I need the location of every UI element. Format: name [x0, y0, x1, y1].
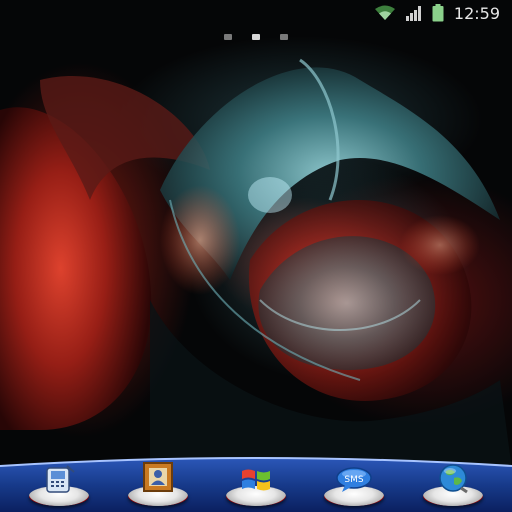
globe-icon	[437, 462, 469, 498]
dock-item-phone[interactable]	[23, 458, 95, 508]
wifi-icon	[374, 5, 396, 21]
dock-item-sms[interactable]: SMS	[318, 458, 390, 508]
page-dot-1[interactable]	[224, 34, 232, 40]
home-screen: 12:59 SMS	[0, 0, 512, 512]
status-time: 12:59	[453, 3, 500, 23]
page-dot-3[interactable]	[280, 34, 288, 40]
page-indicator	[0, 34, 512, 40]
status-bar: 12:59	[0, 0, 512, 26]
dock-item-windows[interactable]	[220, 458, 292, 508]
dock-item-contacts[interactable]	[122, 458, 194, 508]
sms-label: SMS	[345, 475, 364, 485]
wallpaper	[0, 58, 512, 470]
dock: SMS	[0, 456, 512, 512]
signal-icon	[405, 5, 422, 21]
page-dot-2[interactable]	[252, 34, 260, 40]
battery-icon	[432, 4, 444, 22]
contacts-icon	[141, 460, 175, 498]
phone-icon	[41, 464, 77, 498]
sms-icon: SMS	[335, 466, 373, 498]
windows-logo-icon	[239, 466, 273, 498]
dock-item-browser[interactable]	[417, 458, 489, 508]
